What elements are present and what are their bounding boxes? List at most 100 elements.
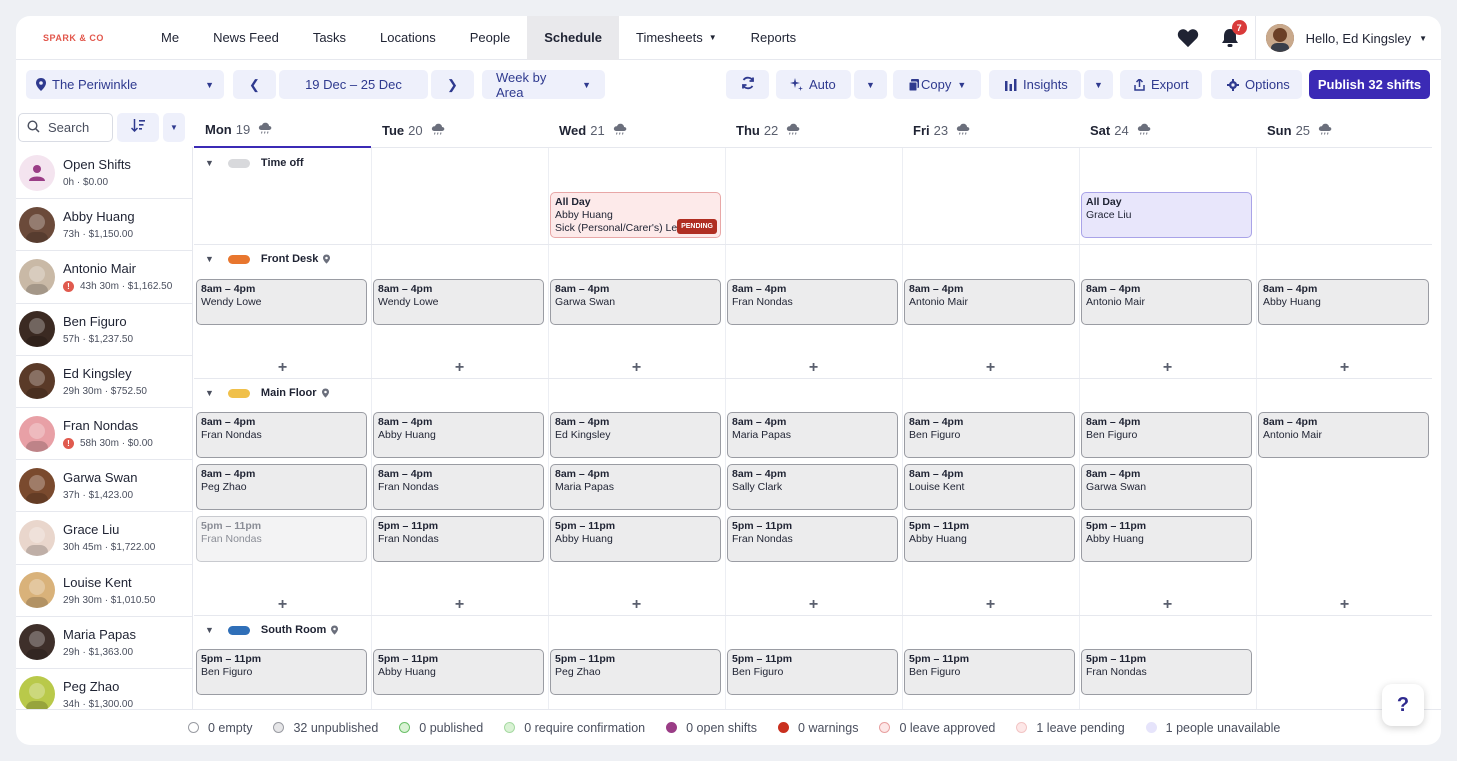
add-shift-icon[interactable]: + bbox=[627, 360, 647, 376]
shift-card[interactable]: 8am – 4pm Fran Nondas bbox=[196, 412, 367, 458]
shift-card[interactable]: 8am – 4pm Maria Papas bbox=[727, 412, 898, 458]
nav-item-schedule[interactable]: Schedule bbox=[527, 16, 619, 60]
area-header-main-floor[interactable]: ▼ Main Floor bbox=[194, 379, 329, 407]
shift-card[interactable]: 5pm – 11pm Fran Nondas bbox=[1081, 649, 1252, 695]
leave-card[interactable]: All Day Abby Huang Sick (Personal/Carer's)… bbox=[550, 192, 721, 238]
add-shift-icon[interactable]: + bbox=[804, 360, 824, 376]
person-row[interactable]: Garwa Swan 37h · $1,423.00 bbox=[16, 460, 192, 513]
user-greeting[interactable]: Hello, Ed Kingsley bbox=[1306, 31, 1412, 46]
location-select[interactable]: The Periwinkle ▼ bbox=[26, 70, 224, 99]
nav-item-people[interactable]: People bbox=[453, 16, 527, 60]
search-input[interactable]: Search bbox=[18, 113, 113, 142]
shift-card[interactable]: 5pm – 11pm Abby Huang bbox=[373, 649, 544, 695]
shift-card[interactable]: 8am – 4pm Garwa Swan bbox=[550, 279, 721, 325]
shift-card[interactable]: 5pm – 11pm Fran Nondas bbox=[373, 516, 544, 562]
chevron-down-icon[interactable]: ▼ bbox=[205, 254, 214, 264]
shift-card[interactable]: 8am – 4pm Antonio Mair bbox=[1081, 279, 1252, 325]
sort-button[interactable] bbox=[117, 113, 159, 142]
add-shift-icon[interactable]: + bbox=[273, 597, 293, 613]
add-shift-icon[interactable]: + bbox=[981, 360, 1001, 376]
person-row[interactable]: Abby Huang 73h · $1,150.00 bbox=[16, 199, 192, 252]
shift-card[interactable]: 8am – 4pm Louise Kent bbox=[904, 464, 1075, 510]
date-range-button[interactable]: 19 Dec – 25 Dec bbox=[279, 70, 428, 99]
person-row[interactable]: Ben Figuro 57h · $1,237.50 bbox=[16, 304, 192, 356]
shift-card[interactable]: 5pm – 11pm Abby Huang bbox=[1081, 516, 1252, 562]
shift-card[interactable]: 8am – 4pm Abby Huang bbox=[373, 412, 544, 458]
export-button[interactable]: Export bbox=[1120, 70, 1202, 99]
add-shift-icon[interactable]: + bbox=[450, 360, 470, 376]
chevron-down-icon[interactable]: ▼ bbox=[205, 158, 214, 168]
shift-card[interactable]: 8am – 4pm Wendy Lowe bbox=[373, 279, 544, 325]
shift-card[interactable]: 8am – 4pm Sally Clark bbox=[727, 464, 898, 510]
leave-card[interactable]: All Day Grace Liu bbox=[1081, 192, 1252, 238]
chevron-down-icon[interactable]: ▼ bbox=[205, 625, 214, 635]
day-header-thu[interactable]: Thu 22 bbox=[725, 112, 902, 148]
day-header-tue[interactable]: Tue 20 bbox=[371, 112, 548, 148]
shift-card[interactable]: 8am – 4pm Ed Kingsley bbox=[550, 412, 721, 458]
shift-card[interactable]: 8am – 4pm Wendy Lowe bbox=[196, 279, 367, 325]
insights-dropdown[interactable]: ▼ bbox=[1084, 70, 1113, 99]
shift-card[interactable]: 8am – 4pm Fran Nondas bbox=[727, 279, 898, 325]
prev-week-button[interactable]: ❮ bbox=[233, 70, 276, 99]
add-shift-icon[interactable]: + bbox=[1335, 597, 1355, 613]
open-shifts-row[interactable]: Open Shifts 0h · $0.00 bbox=[16, 147, 192, 200]
shift-card[interactable]: 8am – 4pm Garwa Swan bbox=[1081, 464, 1252, 510]
next-week-button[interactable]: ❯ bbox=[431, 70, 474, 99]
shift-card[interactable]: 8am – 4pm Ben Figuro bbox=[1081, 412, 1252, 458]
shift-card[interactable]: 5pm – 11pm Fran Nondas bbox=[727, 516, 898, 562]
nav-item-news-feed[interactable]: News Feed bbox=[196, 16, 296, 60]
nav-item-timesheets[interactable]: Timesheets ▼ bbox=[619, 16, 734, 60]
heart-icon[interactable] bbox=[1175, 25, 1201, 51]
person-row[interactable]: Ed Kingsley 29h 30m · $752.50 bbox=[16, 356, 192, 408]
shift-card[interactable]: 8am – 4pm Abby Huang bbox=[1258, 279, 1429, 325]
day-header-sat[interactable]: Sat 24 bbox=[1079, 112, 1256, 148]
shift-card[interactable]: 8am – 4pm Antonio Mair bbox=[1258, 412, 1429, 458]
day-header-wed[interactable]: Wed 21 bbox=[548, 112, 725, 148]
shift-card[interactable]: 5pm – 11pm Fran Nondas bbox=[196, 516, 367, 562]
nav-item-tasks[interactable]: Tasks bbox=[296, 16, 363, 60]
copy-button[interactable]: Copy ▼ bbox=[893, 70, 981, 99]
nav-item-locations[interactable]: Locations bbox=[363, 16, 453, 60]
help-button[interactable]: ? bbox=[1382, 684, 1424, 726]
options-button[interactable]: Options bbox=[1211, 70, 1302, 99]
shift-card[interactable]: 8am – 4pm Ben Figuro bbox=[904, 412, 1075, 458]
add-shift-icon[interactable]: + bbox=[804, 597, 824, 613]
person-row[interactable]: Fran Nondas! 58h 30m · $0.00 bbox=[16, 408, 192, 461]
nav-item-me[interactable]: Me bbox=[144, 16, 196, 60]
area-header-south-room[interactable]: ▼ South Room bbox=[194, 616, 339, 644]
publish-button[interactable]: Publish 32 shifts bbox=[1309, 70, 1430, 99]
nav-item-reports[interactable]: Reports bbox=[734, 16, 814, 60]
add-shift-icon[interactable]: + bbox=[450, 597, 470, 613]
day-header-mon[interactable]: Mon 19 bbox=[194, 112, 371, 148]
add-shift-icon[interactable]: + bbox=[273, 360, 293, 376]
auto-options-dropdown[interactable]: ▼ bbox=[854, 70, 887, 99]
shift-card[interactable]: 5pm – 11pm Ben Figuro bbox=[904, 649, 1075, 695]
day-header-fri[interactable]: Fri 23 bbox=[902, 112, 1079, 148]
brand-logo[interactable]: SPARK & CO bbox=[16, 33, 144, 43]
add-shift-icon[interactable]: + bbox=[1158, 360, 1178, 376]
person-row[interactable]: Antonio Mair! 43h 30m · $1,162.50 bbox=[16, 251, 192, 304]
add-shift-icon[interactable]: + bbox=[981, 597, 1001, 613]
notification-bell-icon[interactable]: 7 bbox=[1217, 20, 1247, 51]
shift-card[interactable]: 5pm – 11pm Peg Zhao bbox=[550, 649, 721, 695]
refresh-button[interactable] bbox=[726, 70, 769, 99]
person-row[interactable]: Grace Liu 30h 45m · $1,722.00 bbox=[16, 512, 192, 565]
shift-card[interactable]: 8am – 4pm Maria Papas bbox=[550, 464, 721, 510]
user-avatar[interactable] bbox=[1265, 24, 1294, 52]
shift-card[interactable]: 5pm – 11pm Ben Figuro bbox=[727, 649, 898, 695]
area-header-time-off[interactable]: ▼ Time off bbox=[194, 149, 304, 177]
person-row[interactable]: Peg Zhao 34h · $1,300.00 bbox=[16, 669, 192, 709]
shift-card[interactable]: 5pm – 11pm Ben Figuro bbox=[196, 649, 367, 695]
day-header-sun[interactable]: Sun 25 bbox=[1256, 112, 1433, 148]
shift-card[interactable]: 8am – 4pm Peg Zhao bbox=[196, 464, 367, 510]
chevron-down-icon[interactable]: ▼ bbox=[205, 388, 214, 398]
shift-card[interactable]: 8am – 4pm Fran Nondas bbox=[373, 464, 544, 510]
shift-card[interactable]: 8am – 4pm Antonio Mair bbox=[904, 279, 1075, 325]
view-select[interactable]: Week by Area ▼ bbox=[482, 70, 605, 100]
add-shift-icon[interactable]: + bbox=[1335, 360, 1355, 376]
chevron-down-icon[interactable]: ▼ bbox=[1419, 34, 1427, 43]
shift-card[interactable]: 5pm – 11pm Abby Huang bbox=[904, 516, 1075, 562]
auto-schedule-button[interactable]: Auto bbox=[776, 70, 851, 99]
area-header-front-desk[interactable]: ▼ Front Desk bbox=[194, 245, 331, 273]
person-row[interactable]: Louise Kent 29h 30m · $1,010.50 bbox=[16, 565, 192, 617]
